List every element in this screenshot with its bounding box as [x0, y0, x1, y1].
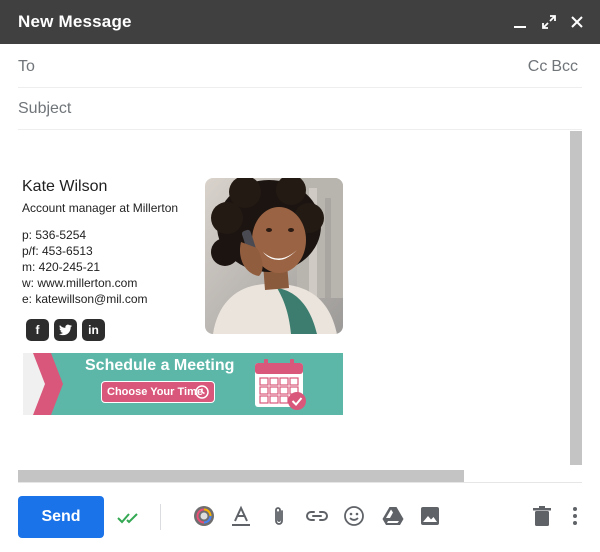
signature-photo [205, 178, 343, 334]
body-divider [18, 482, 582, 483]
subject-label: Subject [18, 100, 72, 117]
window-title: New Message [18, 12, 132, 31]
signature-name: Kate Wilson [22, 178, 108, 195]
fullscreen-button[interactable] [538, 11, 560, 33]
discard-button[interactable] [530, 504, 554, 528]
clock-icon [195, 385, 209, 399]
message-body[interactable]: Kate Wilson Account manager at Millerton… [18, 131, 570, 481]
compose-toolbar: Send [0, 484, 600, 552]
image-icon [421, 507, 439, 525]
emoji-button[interactable] [342, 504, 366, 528]
double-check-icon[interactable] [117, 510, 143, 526]
trash-icon [533, 506, 551, 526]
more-options-button[interactable] [563, 504, 587, 528]
close-button[interactable] [566, 11, 588, 33]
linkedin-icon: in [88, 323, 99, 337]
expand-icon [542, 15, 556, 29]
contact-mobile: m: 420-245-21 [22, 260, 101, 274]
paperclip-icon [275, 507, 283, 525]
minimize-icon [514, 26, 526, 28]
horizontal-scrollbar[interactable] [18, 470, 464, 482]
subject-field[interactable]: Subject [18, 88, 582, 130]
close-icon [571, 16, 583, 28]
social-links: f in [26, 319, 110, 341]
banner-title: Schedule a Meeting [85, 357, 235, 374]
formatting-button[interactable] [229, 504, 253, 528]
choose-time-label: Choose Your Time [107, 386, 203, 398]
color-wheel-icon [194, 506, 214, 526]
insert-photo-button[interactable] [418, 504, 442, 528]
attach-button[interactable] [267, 504, 291, 528]
calendar-icon [255, 359, 306, 410]
contact-email[interactable]: e: katewillson@mil.com [22, 291, 148, 307]
compose-titlebar: New Message [0, 0, 600, 44]
emoji-icon [344, 506, 364, 526]
insert-link-button[interactable] [305, 504, 329, 528]
cc-bcc-links: Cc Bcc [524, 58, 578, 76]
compose-window: New Message To Cc Bcc Subject Kate Wilson… [0, 0, 600, 552]
drive-icon [382, 507, 404, 525]
contact-website[interactable]: w: www.millerton.com [22, 275, 148, 291]
signature-title: Account manager at Millerton [22, 201, 179, 215]
choose-time-button[interactable]: Choose Your Time [101, 381, 215, 403]
link-icon [306, 511, 328, 521]
facebook-icon: f [35, 323, 40, 337]
contact-phone: p: 536-5254 [22, 228, 87, 242]
toolbar-separator [160, 504, 161, 530]
text-format-icon [232, 505, 250, 526]
drive-button[interactable] [381, 504, 405, 528]
linkedin-button[interactable]: in [82, 319, 105, 341]
minimize-button[interactable] [509, 11, 531, 33]
send-button[interactable]: Send [18, 496, 104, 538]
contact-phone-fax: p/f: 453-6513 [22, 244, 93, 258]
more-vert-icon [573, 507, 577, 525]
bcc-link[interactable]: Bcc [551, 58, 578, 75]
signature-app-button[interactable] [192, 504, 216, 528]
schedule-meeting-banner[interactable]: Schedule a Meeting Choose Your Time [23, 353, 343, 415]
signature-contacts: p: 536-5254 p/f: 453-6513 m: 420-245-21 … [22, 227, 148, 307]
twitter-button[interactable] [54, 319, 77, 341]
cc-link[interactable]: Cc [528, 58, 548, 75]
to-field[interactable]: To Cc Bcc [18, 44, 582, 88]
vertical-scrollbar[interactable] [570, 131, 582, 465]
to-label: To [18, 58, 35, 75]
twitter-icon [59, 324, 72, 336]
facebook-button[interactable]: f [26, 319, 49, 341]
